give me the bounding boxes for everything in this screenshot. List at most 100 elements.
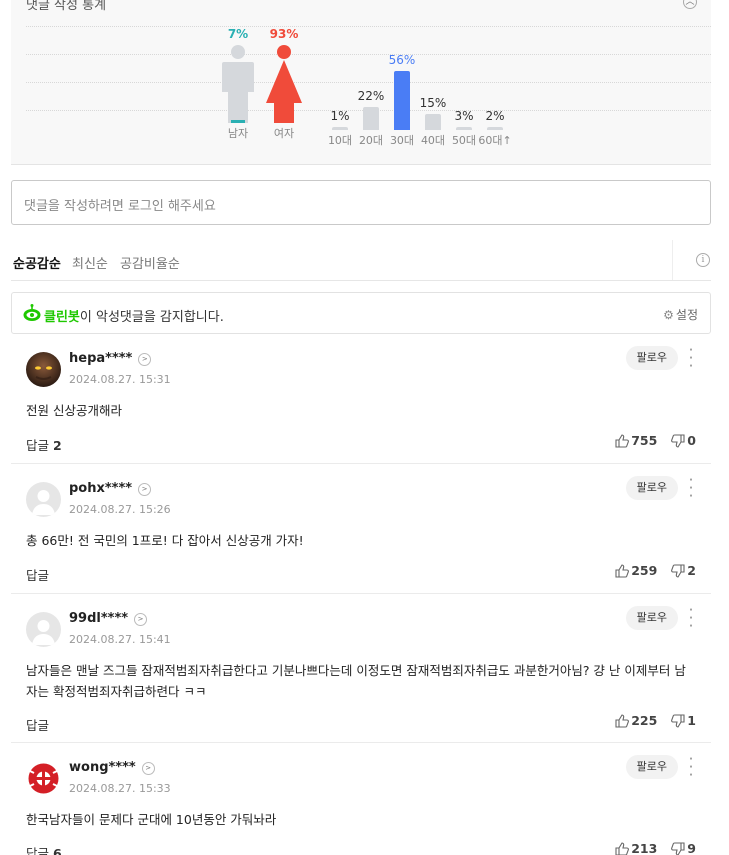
- age-percent: 56%: [388, 53, 416, 68]
- collapse-icon[interactable]: ︿: [683, 0, 697, 9]
- reply-count: 6: [53, 846, 62, 855]
- info-icon[interactable]: i: [696, 253, 710, 267]
- age-bar: [363, 106, 379, 130]
- reply-button[interactable]: 답글: [26, 715, 49, 734]
- dislike-count: 0: [687, 433, 696, 448]
- dislike-count: 9: [687, 841, 696, 855]
- cleanbot-settings-button[interactable]: ⚙ 설정: [663, 306, 698, 323]
- cleanbot-desc: 이 악성댓글을 감지합니다.: [79, 310, 224, 325]
- reply-label: 답글: [26, 846, 50, 855]
- comment-stats-panel: 댓글 작성 통계 ︿ 7% 남자 93% 여자 1% 10대 22% 20대 56% 30…: [11, 0, 711, 165]
- reply-button[interactable]: 답글 2: [26, 435, 62, 454]
- cleanbot-bar: 클린봇이 악성댓글을 감지합니다. ⚙ 설정: [11, 292, 711, 334]
- more-icon[interactable]: · · ·: [686, 603, 696, 634]
- chevron-right-icon[interactable]: >: [134, 613, 148, 626]
- dislike-button[interactable]: 0: [671, 433, 696, 448]
- female-figure-icon: [266, 45, 302, 123]
- gender-female: 93% 여자: [264, 27, 304, 140]
- avatar[interactable]: [26, 482, 61, 517]
- cleanbot-icon: [23, 304, 41, 321]
- reply-button[interactable]: 답글 6: [26, 843, 62, 855]
- like-button[interactable]: 755: [615, 433, 657, 448]
- reply-label: 답글: [26, 438, 50, 453]
- avatar[interactable]: [26, 612, 61, 647]
- thumbs-down-icon: [671, 713, 685, 728]
- vote-group: 755 0: [601, 433, 696, 448]
- comment-item: 99dl**** >2024.08.27. 15:41 팔로우 · · · 남자들은 맨날 …: [11, 594, 711, 743]
- age-percent: 1%: [330, 109, 350, 123]
- chevron-right-icon[interactable]: >: [138, 483, 152, 496]
- comment-item: hepa**** >2024.08.27. 15:31 팔로우 · · · 전원 신상공개해…: [11, 334, 711, 464]
- follow-button[interactable]: 팔로우: [625, 476, 678, 500]
- grid-line: [26, 54, 711, 55]
- reply-count: 2: [53, 438, 62, 453]
- grid-line: [26, 82, 711, 83]
- avatar[interactable]: [26, 352, 61, 387]
- follow-button[interactable]: 팔로우: [625, 755, 678, 779]
- cleanbot-message: 클린봇이 악성댓글을 감지합니다.: [44, 306, 224, 325]
- thumbs-down-icon: [671, 563, 685, 578]
- comment-username[interactable]: 99dl**** >: [69, 611, 148, 626]
- reply-label: 답글: [26, 568, 50, 583]
- female-label: 여자: [273, 127, 295, 140]
- chevron-right-icon[interactable]: >: [138, 353, 152, 366]
- dislike-button[interactable]: 2: [671, 563, 696, 578]
- sort-tab-likes[interactable]: 순공감순: [13, 253, 61, 272]
- chevron-right-icon[interactable]: >: [141, 762, 155, 775]
- like-count: 259: [631, 563, 658, 578]
- age-percent: 2%: [485, 109, 505, 123]
- like-button[interactable]: 213: [615, 841, 657, 855]
- male-percent: 7%: [227, 27, 249, 41]
- thumbs-up-icon: [615, 433, 630, 448]
- thumbs-up-icon: [615, 713, 630, 728]
- like-button[interactable]: 225: [615, 713, 657, 728]
- comment-text: 총 66만! 전 국민의 1프로! 다 잡아서 신상공개 가자!: [26, 533, 304, 548]
- reply-label: 답글: [26, 718, 50, 733]
- age-bar: [332, 127, 348, 130]
- sort-tab-ratio[interactable]: 공감비율순: [120, 253, 180, 272]
- age-bar: [456, 126, 472, 130]
- comment-login-input[interactable]: 댓글을 작성하려면 로그인 해주세요: [11, 180, 711, 225]
- thumbs-up-icon: [615, 841, 630, 855]
- more-icon[interactable]: · · ·: [686, 752, 696, 783]
- dislike-count: 2: [687, 563, 696, 578]
- follow-button[interactable]: 팔로우: [625, 606, 678, 630]
- comment-text: 한국남자들이 문제다 군대에 10년동안 가둬놔라: [26, 812, 277, 827]
- age-percent: 22%: [357, 88, 385, 103]
- comment-timestamp: 2024.08.27. 15:33: [69, 782, 171, 795]
- sort-tab-latest[interactable]: 최신순: [72, 253, 108, 272]
- male-label: 남자: [227, 127, 249, 140]
- like-count: 225: [631, 713, 658, 728]
- like-count: 213: [631, 841, 658, 855]
- thumbs-down-icon: [671, 433, 685, 448]
- reply-button[interactable]: 답글: [26, 565, 49, 584]
- login-prompt-text: 댓글을 작성하려면 로그인 해주세요: [24, 199, 216, 214]
- follow-button[interactable]: 팔로우: [625, 346, 678, 370]
- comment-text: 남자들은 맨날 즈그들 잠재적범죄자취급한다고 기분나쁘다는데 이정도면 잠재적…: [26, 663, 686, 699]
- username-text: 99dl****: [69, 611, 129, 626]
- cleanbot-name: 클린봇: [44, 310, 80, 325]
- comment-timestamp: 2024.08.27. 15:31: [69, 373, 171, 386]
- age-label: 60대↑: [478, 134, 512, 147]
- more-icon[interactable]: · · ·: [686, 473, 696, 504]
- vote-group: 213 9: [601, 841, 696, 855]
- dislike-button[interactable]: 9: [671, 841, 696, 855]
- avatar[interactable]: [26, 761, 61, 796]
- more-icon[interactable]: · · ·: [686, 343, 696, 374]
- like-count: 755: [631, 433, 658, 448]
- username-text: hepa****: [69, 351, 133, 366]
- like-button[interactable]: 259: [615, 563, 657, 578]
- comment-username[interactable]: pohx**** >: [69, 481, 152, 496]
- thumbs-down-icon: [671, 841, 685, 855]
- male-figure-icon: [222, 45, 254, 123]
- sort-bar: 순공감순 최신순 공감비율순 i: [11, 240, 711, 281]
- dislike-button[interactable]: 1: [671, 713, 696, 728]
- comment-username[interactable]: hepa**** >: [69, 351, 152, 366]
- divider: [672, 240, 673, 280]
- settings-label: 설정: [675, 308, 698, 322]
- comment-timestamp: 2024.08.27. 15:26: [69, 503, 171, 516]
- comment-username[interactable]: wong**** >: [69, 760, 155, 775]
- comment-timestamp: 2024.08.27. 15:41: [69, 633, 171, 646]
- thumbs-up-icon: [615, 563, 630, 578]
- age-bar: [487, 127, 503, 130]
